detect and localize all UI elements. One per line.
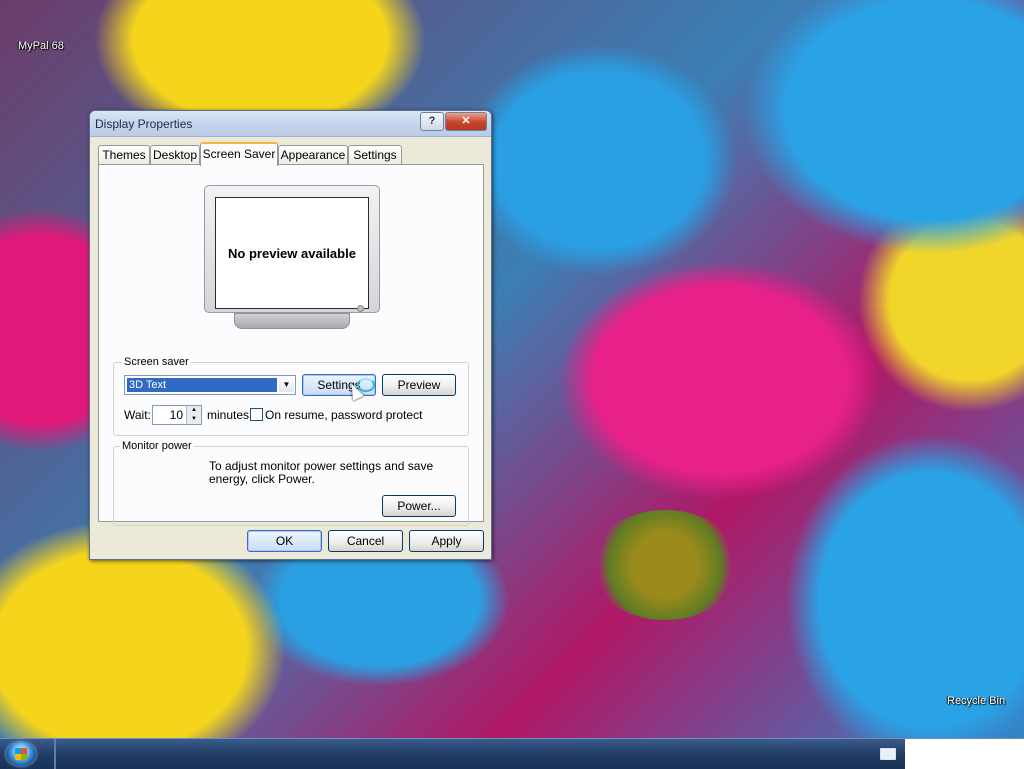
- title-bar[interactable]: Display Properties ? ✕: [90, 111, 491, 137]
- screen-saver-panel: No preview available Screen saver 3D Tex…: [98, 164, 484, 526]
- taskbar-separator: [54, 739, 56, 769]
- apply-button[interactable]: Apply: [409, 530, 484, 552]
- preview-button[interactable]: Preview: [382, 374, 456, 396]
- desktop-icon-recycle-bin[interactable]: Recycle Bin: [947, 695, 1005, 707]
- flower-center: [590, 510, 740, 620]
- monitor-power-description: To adjust monitor power settings and sav…: [209, 459, 434, 486]
- screen-saver-select[interactable]: 3D Text ▼: [124, 375, 296, 395]
- taskbar: [0, 738, 1024, 769]
- display-properties-window: Display Properties ? ✕ Themes Desktop Sc…: [89, 110, 492, 560]
- monitor-preview: No preview available: [204, 185, 380, 313]
- tab-screen-saver[interactable]: Screen Saver: [200, 142, 278, 166]
- tab-settings[interactable]: Settings: [348, 145, 402, 164]
- keyboard-icon[interactable]: [880, 748, 896, 760]
- monitor-power-group: Monitor power To adjust monitor power se…: [113, 440, 469, 526]
- wait-label: Wait:: [124, 408, 151, 422]
- monitor-power-led-icon: [357, 305, 364, 312]
- screen-saver-group: Screen saver 3D Text ▼ Settings Preview …: [113, 356, 469, 436]
- tab-desktop[interactable]: Desktop: [150, 145, 200, 164]
- monitor-power-group-label: Monitor power: [120, 440, 194, 452]
- monitor-stand: [234, 313, 350, 329]
- screen-saver-group-label: Screen saver: [122, 356, 191, 368]
- windows-logo-icon: [15, 748, 27, 760]
- power-button[interactable]: Power...: [382, 495, 456, 517]
- help-button[interactable]: ?: [420, 112, 444, 131]
- busy-spinner-icon: [357, 378, 375, 392]
- preview-message: No preview available: [228, 246, 356, 261]
- window-title: Display Properties: [95, 117, 193, 131]
- wait-minutes-value[interactable]: 10: [155, 408, 183, 422]
- cancel-button[interactable]: Cancel: [328, 530, 403, 552]
- chevron-down-icon[interactable]: ▼: [279, 377, 294, 392]
- start-button[interactable]: [6, 742, 36, 766]
- tab-appearance[interactable]: Appearance: [278, 145, 348, 164]
- minutes-label: minutes: [207, 408, 250, 422]
- password-protect-checkbox[interactable]: [250, 408, 263, 421]
- tab-themes[interactable]: Themes: [98, 145, 150, 164]
- ok-button[interactable]: OK: [247, 530, 322, 552]
- close-button[interactable]: ✕: [445, 112, 487, 131]
- notification-area: [905, 739, 1024, 769]
- spin-arrows-icon[interactable]: ▲ ▼: [186, 406, 201, 424]
- desktop-icon-mypal[interactable]: MyPal 68: [18, 40, 64, 52]
- password-protect-label[interactable]: On resume, password protect: [265, 408, 422, 422]
- wait-minutes-stepper[interactable]: 10 ▲ ▼: [152, 405, 202, 425]
- screen-saver-selected-value: 3D Text: [127, 378, 277, 392]
- preview-screen: No preview available: [215, 197, 369, 309]
